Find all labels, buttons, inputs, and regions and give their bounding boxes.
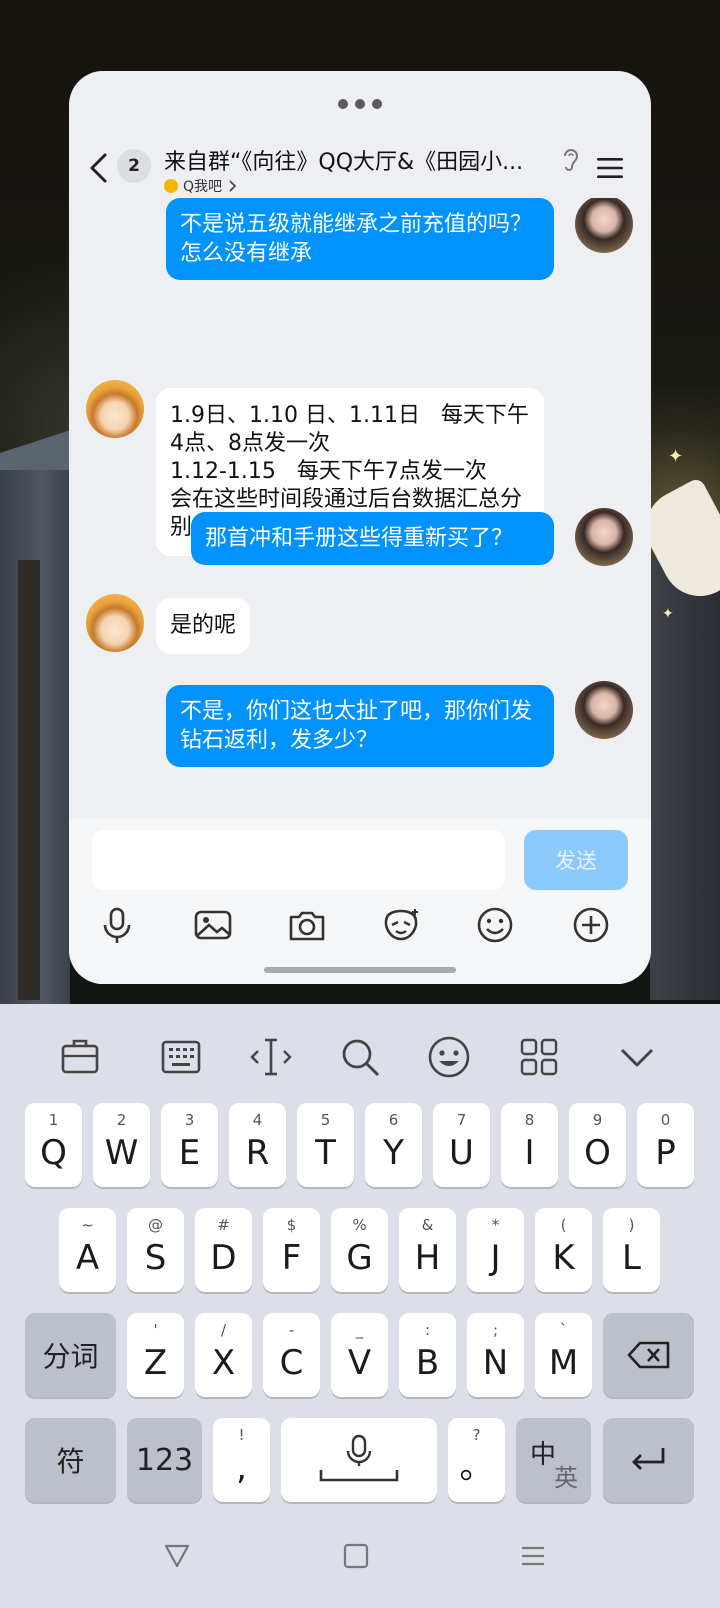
my-avatar[interactable] <box>575 681 633 739</box>
message-bubble-sent[interactable]: 不是说五级就能继承之前充值的吗？怎么没有继承 <box>166 198 554 280</box>
emoji-icon[interactable] <box>473 903 517 947</box>
message-list[interactable]: 不是说五级就能继承之前充值的吗？怎么没有继承 1.9日、1.10 日、1.11日… <box>69 198 651 888</box>
symbols-key[interactable]: 符 <box>25 1418 116 1502</box>
house-pillar <box>18 560 40 1000</box>
group-subtitle: Q我吧 <box>183 179 223 195</box>
enter-icon <box>632 1448 665 1470</box>
floating-chat-window: 2 来自群“《向往》QQ大厅&《田园小... Q我吧 不是说五级就能继承之前充值… <box>69 71 651 984</box>
key-d[interactable]: # D <box>195 1208 252 1292</box>
key-g[interactable]: % G <box>331 1208 388 1292</box>
my-avatar[interactable] <box>575 198 633 253</box>
qq-smiley-icon <box>164 179 178 193</box>
sparkle-icon: ✦ <box>662 606 674 622</box>
back-triangle-icon[interactable] <box>161 1540 193 1572</box>
search-icon[interactable] <box>337 1034 383 1080</box>
recents-menu-icon[interactable] <box>517 1540 549 1572</box>
voice-input-icon <box>319 1434 399 1482</box>
key-c[interactable]: -C <box>263 1313 320 1397</box>
key-a[interactable]: ~ A <box>59 1208 116 1292</box>
chat-title: 来自群“《向往》QQ大厅&《田园小... <box>164 150 524 175</box>
home-square-icon[interactable] <box>340 1540 372 1572</box>
menu-icon[interactable] <box>596 157 624 179</box>
key-v[interactable]: _ V <box>331 1313 388 1397</box>
keyboard: 1Q 2W 3E 4R 5T 6Y 7U 8I 9O 0P ~ A @ S # D $… <box>0 1004 720 1506</box>
keyboard-toolbar <box>0 1004 720 1104</box>
key-q[interactable]: 1Q <box>25 1103 82 1187</box>
key-o[interactable]: 9O <box>569 1103 626 1187</box>
key-e[interactable]: 3E <box>161 1103 218 1187</box>
message-bubble-sent[interactable]: 不是，你们这也太扯了吧，那你们发钻石返利，发多少？ <box>166 685 554 767</box>
key-m[interactable]: ` M <box>535 1313 592 1397</box>
space-key[interactable] <box>281 1418 437 1502</box>
key-n[interactable]: ; N <box>467 1313 524 1397</box>
lang-chinese-label: 中 <box>530 1440 557 1470</box>
group-subtitle-link[interactable]: Q我吧 <box>164 175 237 197</box>
period-key[interactable]: ?。 <box>448 1418 505 1502</box>
unread-count-badge[interactable]: 2 <box>117 149 151 183</box>
key-b[interactable]: :B <box>399 1313 456 1397</box>
language-switch-key[interactable]: 中 英 <box>516 1418 591 1502</box>
image-icon[interactable] <box>191 903 235 947</box>
input-area: 发送 <box>69 818 651 984</box>
message-bubble-received[interactable]: 是的呢 <box>156 598 251 654</box>
key-w[interactable]: 2W <box>93 1103 150 1187</box>
chat-toolbar <box>69 903 651 955</box>
keyboard-layout-icon[interactable] <box>158 1034 204 1080</box>
backspace-key[interactable] <box>603 1313 694 1397</box>
sparkle-icon: ✦ <box>668 446 684 467</box>
key-r[interactable]: 4R <box>229 1103 286 1187</box>
numbers-key[interactable]: 123 <box>127 1418 202 1502</box>
message-input[interactable] <box>92 830 505 890</box>
earpiece-mode-icon[interactable] <box>561 147 579 173</box>
emoji-icon[interactable] <box>426 1034 472 1080</box>
plus-icon[interactable] <box>569 903 613 947</box>
enter-key[interactable] <box>603 1418 694 1502</box>
key-y[interactable]: 6Y <box>365 1103 422 1187</box>
sender-avatar[interactable] <box>86 380 144 438</box>
key-x[interactable]: / X <box>195 1313 252 1397</box>
key-j[interactable]: * J <box>467 1208 524 1292</box>
message-bubble-sent[interactable]: 那首冲和手册这些得重新买了？ <box>191 512 554 565</box>
key-h[interactable]: & H <box>399 1208 456 1292</box>
chevron-right-icon <box>229 180 237 192</box>
sticker-icon[interactable] <box>379 903 423 947</box>
camera-icon[interactable] <box>285 903 329 947</box>
sender-avatar[interactable] <box>86 594 144 652</box>
key-u[interactable]: 7U <box>433 1103 490 1187</box>
key-z[interactable]: ' Z <box>127 1313 184 1397</box>
send-button[interactable]: 发送 <box>524 830 628 890</box>
grid-icon[interactable] <box>516 1034 562 1080</box>
my-avatar[interactable] <box>575 508 633 566</box>
right-pillar <box>650 560 720 1000</box>
clipboard-icon[interactable] <box>57 1034 103 1080</box>
backspace-icon <box>627 1341 670 1369</box>
back-icon[interactable] <box>85 151 113 185</box>
comma-key[interactable]: !, <box>213 1418 270 1502</box>
word-segment-key[interactable]: 分词 <box>25 1313 116 1397</box>
key-i[interactable]: 8I <box>501 1103 558 1187</box>
key-f[interactable]: $ F <box>263 1208 320 1292</box>
key-k[interactable]: (K <box>535 1208 592 1292</box>
collapse-icon[interactable] <box>614 1034 660 1080</box>
microphone-icon[interactable] <box>95 903 139 947</box>
lang-english-label: 英 <box>554 1464 578 1492</box>
text-cursor-icon[interactable] <box>248 1034 294 1080</box>
key-l[interactable]: ) L <box>603 1208 660 1292</box>
key-p[interactable]: 0P <box>637 1103 694 1187</box>
window-home-indicator[interactable] <box>264 967 456 973</box>
key-s[interactable]: @ S <box>127 1208 184 1292</box>
system-navigation-bar <box>0 1506 720 1608</box>
window-drag-handle[interactable] <box>69 99 651 109</box>
key-t[interactable]: 5T <box>297 1103 354 1187</box>
